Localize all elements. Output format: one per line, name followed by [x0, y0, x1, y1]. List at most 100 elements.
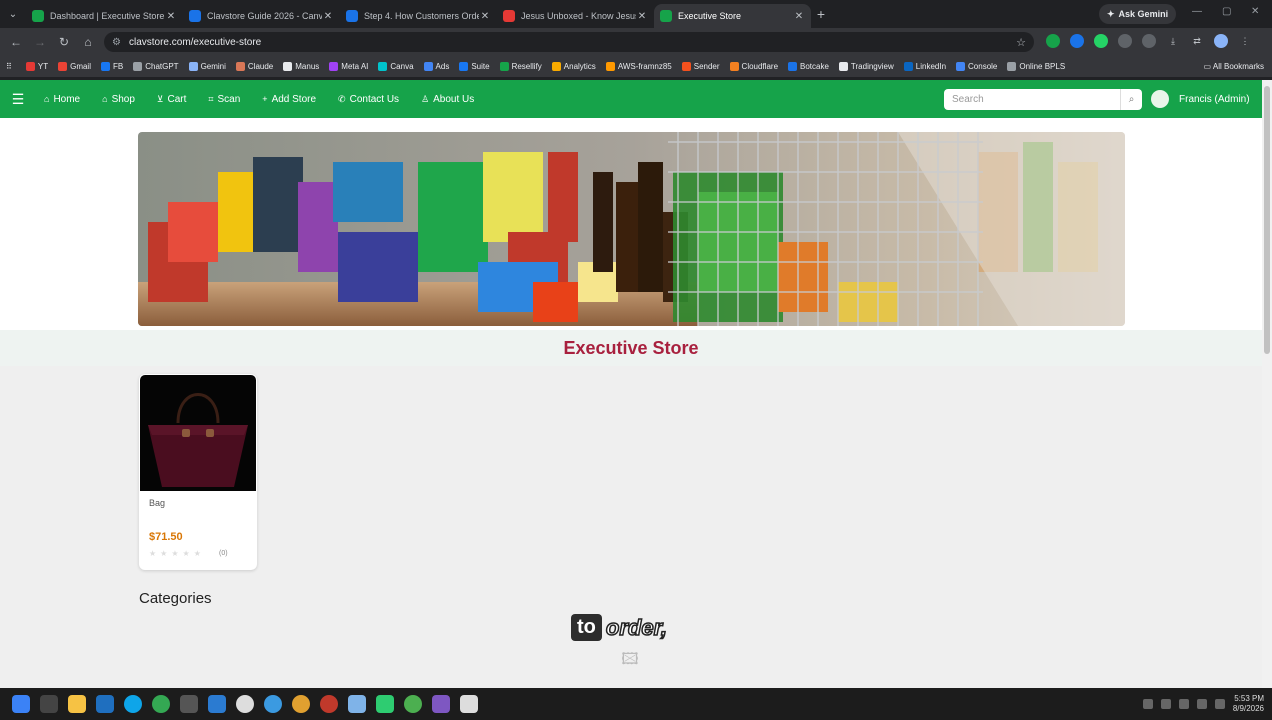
volume-icon[interactable] — [1214, 699, 1225, 709]
scrollbar-thumb[interactable] — [1264, 86, 1270, 354]
extension-icon[interactable] — [1118, 34, 1132, 48]
back-icon[interactable]: ← — [4, 35, 28, 49]
puzzle-icon[interactable] — [1142, 34, 1156, 48]
bookmark-item[interactable]: Sender — [681, 62, 720, 71]
bookmark-item[interactable]: Canva — [378, 62, 414, 71]
bookmark-item[interactable]: Console — [956, 62, 997, 71]
hamburger-menu-icon[interactable]: ☰ — [0, 91, 36, 108]
bookmark-star-icon[interactable]: ☆ — [1016, 36, 1026, 49]
bookmark-item[interactable]: ChatGPT — [133, 62, 179, 71]
app-icon[interactable] — [320, 695, 338, 713]
tray-icon[interactable] — [1178, 699, 1189, 709]
search-icon[interactable]: ⌕ — [1120, 89, 1142, 110]
app-icon[interactable] — [376, 695, 394, 713]
extension-icon[interactable] — [1070, 34, 1084, 48]
user-avatar[interactable] — [1151, 90, 1169, 108]
close-tab-icon[interactable]: ✕ — [165, 11, 177, 22]
bookmark-item[interactable]: Gmail — [58, 62, 91, 71]
forward-icon[interactable]: → — [28, 35, 52, 49]
product-image[interactable] — [140, 375, 256, 491]
bookmark-item[interactable]: Tradingview — [838, 62, 894, 71]
translate-icon[interactable]: ⇄ — [1190, 34, 1204, 48]
whatsapp-icon[interactable] — [1094, 34, 1108, 48]
edge-icon[interactable] — [124, 695, 142, 713]
tab-search-icon[interactable]: ⌄ — [0, 0, 26, 28]
gemini-icon: ✦ — [1107, 8, 1115, 19]
download-icon[interactable]: ⤓ — [1166, 34, 1180, 48]
page-scrollbar[interactable] — [1262, 80, 1272, 688]
nav-link[interactable]: ✆ Contact Us — [338, 94, 399, 105]
bookmark-item[interactable]: Ads — [423, 62, 449, 71]
browser-tab[interactable]: Clavstore Guide 2026 - Canva ✕ — [183, 4, 340, 28]
visual-studio-icon[interactable] — [432, 695, 450, 713]
reload-icon[interactable]: ↻ — [52, 35, 76, 49]
product-card[interactable]: Bag $71.50 ★★★★★ (0) — [139, 374, 257, 570]
nav-link[interactable]: ♙ About Us — [421, 94, 474, 105]
vscode-icon[interactable] — [208, 695, 226, 713]
close-tab-icon[interactable]: ✕ — [479, 11, 491, 22]
nav-link[interactable]: ⊻ Cart — [157, 94, 187, 105]
browser-tab[interactable]: Step 4. How Customers Order ✕ — [340, 4, 497, 28]
bookmark-item[interactable]: Gemini — [188, 62, 226, 71]
close-window-icon[interactable]: ✕ — [1251, 6, 1259, 17]
windows-taskbar: 5:53 PM 8/9/2026 — [0, 688, 1272, 720]
nav-link[interactable]: + Add Store — [262, 94, 316, 105]
bookmark-item[interactable]: Claude — [235, 62, 273, 71]
app-icon[interactable] — [180, 695, 198, 713]
bookmark-item[interactable]: Manus — [283, 62, 319, 71]
search-input[interactable]: Search ⌕ — [944, 89, 1142, 110]
bookmark-item[interactable]: Analytics — [551, 62, 596, 71]
bookmark-item[interactable]: FB — [100, 62, 123, 71]
address-bar[interactable]: ⚙ clavstore.com/executive-store ☆ — [104, 32, 1034, 52]
bookmark-item[interactable]: Cloudflare — [729, 62, 778, 71]
tray-icon[interactable] — [1160, 699, 1171, 709]
menu-icon[interactable]: ⋮ — [1238, 34, 1252, 48]
nav-link[interactable]: ⌂ Home — [44, 94, 80, 105]
start-icon[interactable] — [12, 695, 30, 713]
home-icon[interactable]: ⌂ — [76, 35, 100, 49]
browser-tab[interactable]: Dashboard | Executive Store ✕ — [26, 4, 183, 28]
browser-tab[interactable]: Jesus Unboxed - Know Jesus - |✕ — [497, 4, 654, 28]
store-title: Executive Store — [563, 337, 699, 358]
clock[interactable]: 5:53 PM 8/9/2026 — [1233, 694, 1264, 714]
close-tab-icon[interactable]: ✕ — [636, 11, 648, 22]
bookmark-item[interactable]: Meta AI — [329, 62, 368, 71]
app-icon[interactable] — [264, 695, 282, 713]
profile-avatar[interactable] — [1214, 34, 1228, 48]
bookmark-item[interactable]: YT — [25, 62, 48, 71]
tray-icon[interactable] — [1142, 699, 1153, 709]
apps-icon[interactable]: ⠿ — [6, 62, 12, 71]
nav-link[interactable]: ⌂ Shop — [102, 94, 135, 105]
app-icon[interactable] — [236, 695, 254, 713]
user-name[interactable]: Francis (Admin) — [1179, 94, 1250, 105]
terminal-icon[interactable] — [40, 695, 58, 713]
site-info-icon[interactable]: ⚙ — [112, 37, 121, 48]
browser-tab[interactable]: Executive Store ✕ — [654, 4, 811, 28]
bookmark-item[interactable]: AWS-framnz85 — [605, 62, 672, 71]
bookmark-item[interactable]: LinkedIn — [903, 62, 946, 71]
app-icon[interactable] — [292, 695, 310, 713]
app-icon[interactable] — [348, 695, 366, 713]
app-icon[interactable] — [96, 695, 114, 713]
bookmark-item[interactable]: Online BPLS — [1007, 62, 1065, 71]
file-explorer-icon[interactable] — [68, 695, 86, 713]
nav-link[interactable]: ⌗ Scan — [208, 94, 240, 105]
product-name[interactable]: Bag — [149, 498, 165, 508]
maximize-icon[interactable]: ▢ — [1222, 6, 1231, 17]
ask-gemini-button[interactable]: ✦ Ask Gemini — [1099, 4, 1177, 24]
extension-icon[interactable] — [1046, 34, 1060, 48]
site-navbar: ☰ ⌂ Home ⌂ Shop ⊻ Cart ⌗ Scan + Add Store ✆ Contact… — [0, 80, 1262, 118]
bookmark-item[interactable]: Resellify — [499, 62, 542, 71]
close-tab-icon[interactable]: ✕ — [793, 11, 805, 22]
all-bookmarks-button[interactable]: ▭ All Bookmarks — [1204, 62, 1264, 71]
minimize-icon[interactable]: — — [1192, 6, 1202, 17]
app-icon[interactable] — [404, 695, 422, 713]
bookmark-item[interactable]: Suite — [459, 62, 490, 71]
new-tab-button[interactable]: + — [811, 6, 831, 22]
tab-favicon-icon — [189, 10, 201, 22]
bookmark-item[interactable]: Botcake — [788, 62, 829, 71]
app-icon[interactable] — [460, 695, 478, 713]
chrome-icon[interactable] — [152, 695, 170, 713]
wifi-icon[interactable] — [1196, 699, 1207, 709]
close-tab-icon[interactable]: ✕ — [322, 11, 334, 22]
